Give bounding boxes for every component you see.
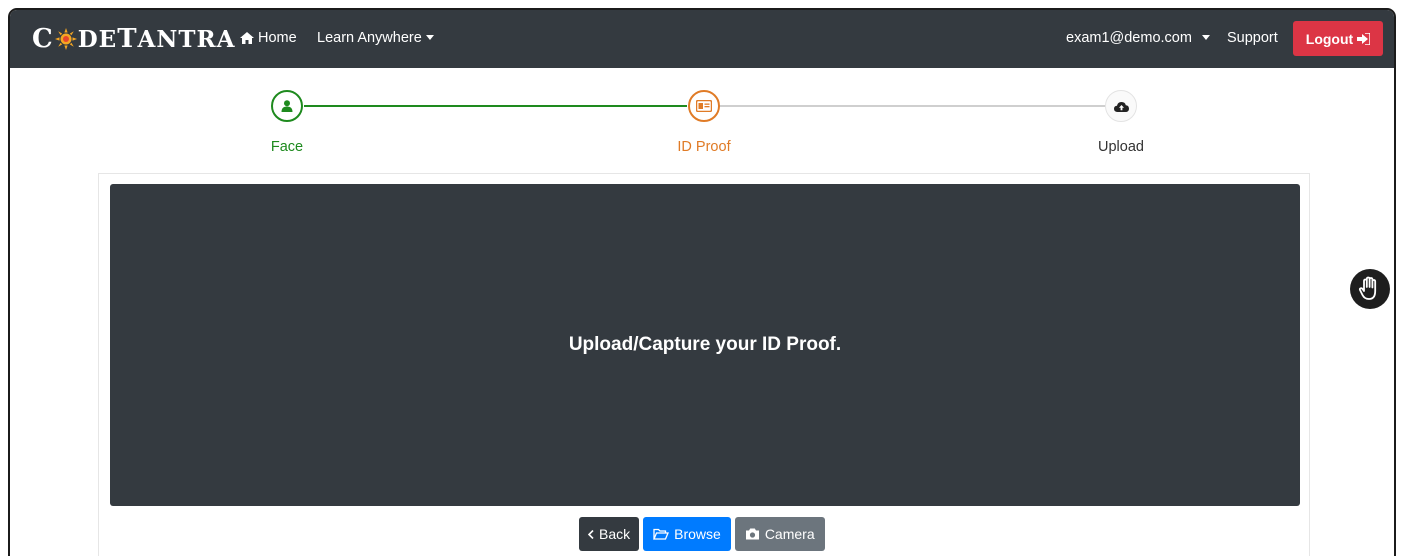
browse-label: Browse — [674, 526, 721, 542]
user-account-dropdown[interactable]: exam1@demo.com — [1066, 30, 1210, 46]
cloud-upload-icon — [1113, 101, 1129, 112]
step-upload-label: Upload — [1098, 139, 1144, 155]
browse-button[interactable]: Browse — [643, 517, 731, 551]
app-window: C DE T ANTRA Home Learn Anywhere exam1@d… — [8, 8, 1396, 556]
nav-home-label: Home — [258, 30, 297, 46]
top-navbar: C DE T ANTRA Home Learn Anywhere exam1@d… — [10, 10, 1394, 68]
step-id-proof-label: ID Proof — [677, 139, 731, 155]
step-face-circle — [271, 90, 303, 122]
nav-support-label: Support — [1227, 30, 1278, 46]
nav-learn-anywhere-dropdown[interactable]: Learn Anywhere — [317, 30, 434, 46]
id-proof-panel: Upload/Capture your ID Proof. Back Brows… — [98, 173, 1310, 556]
id-preview-area: Upload/Capture your ID Proof. — [110, 184, 1300, 506]
stepper-line-pending — [718, 105, 1105, 107]
id-card-icon — [696, 100, 712, 112]
step-upload-circle — [1105, 90, 1137, 122]
nav-home-link[interactable]: Home — [240, 30, 297, 46]
raise-hand-button[interactable] — [1350, 269, 1390, 309]
user-icon — [281, 100, 293, 112]
nav-support-link[interactable]: Support — [1227, 30, 1278, 46]
nav-learn-label: Learn Anywhere — [317, 30, 422, 46]
codetantra-logo[interactable]: C DE T ANTRA — [32, 24, 236, 54]
instruction-message: Upload/Capture your ID Proof. — [568, 334, 842, 355]
hand-icon — [1358, 276, 1377, 300]
stepper-line-completed — [304, 105, 687, 107]
back-button[interactable]: Back — [579, 517, 640, 551]
caret-down-icon — [425, 34, 434, 40]
action-buttons: Back Browse Camera — [579, 517, 829, 551]
home-icon — [240, 32, 254, 44]
logo-text: DE — [77, 25, 118, 53]
logo-text: ANTRA — [137, 25, 236, 53]
caret-down-icon — [1201, 34, 1210, 40]
progress-stepper: Face ID Proof Upload — [10, 68, 1394, 178]
folder-open-icon — [653, 528, 670, 540]
sun-icon — [54, 28, 77, 50]
camera-button[interactable]: Camera — [734, 517, 825, 551]
step-id-proof-circle — [688, 90, 720, 122]
chevron-left-icon — [588, 529, 594, 539]
logout-button[interactable]: Logout — [1293, 21, 1383, 56]
logo-letter: C — [32, 24, 54, 54]
logout-label: Logout — [1305, 30, 1354, 47]
camera-label: Camera — [764, 526, 815, 542]
back-label: Back — [599, 526, 631, 542]
sign-out-icon — [1357, 32, 1371, 45]
camera-icon — [745, 528, 759, 540]
user-email: exam1@demo.com — [1066, 30, 1192, 46]
logo-letter: T — [117, 24, 138, 54]
step-face-label: Face — [270, 139, 304, 155]
